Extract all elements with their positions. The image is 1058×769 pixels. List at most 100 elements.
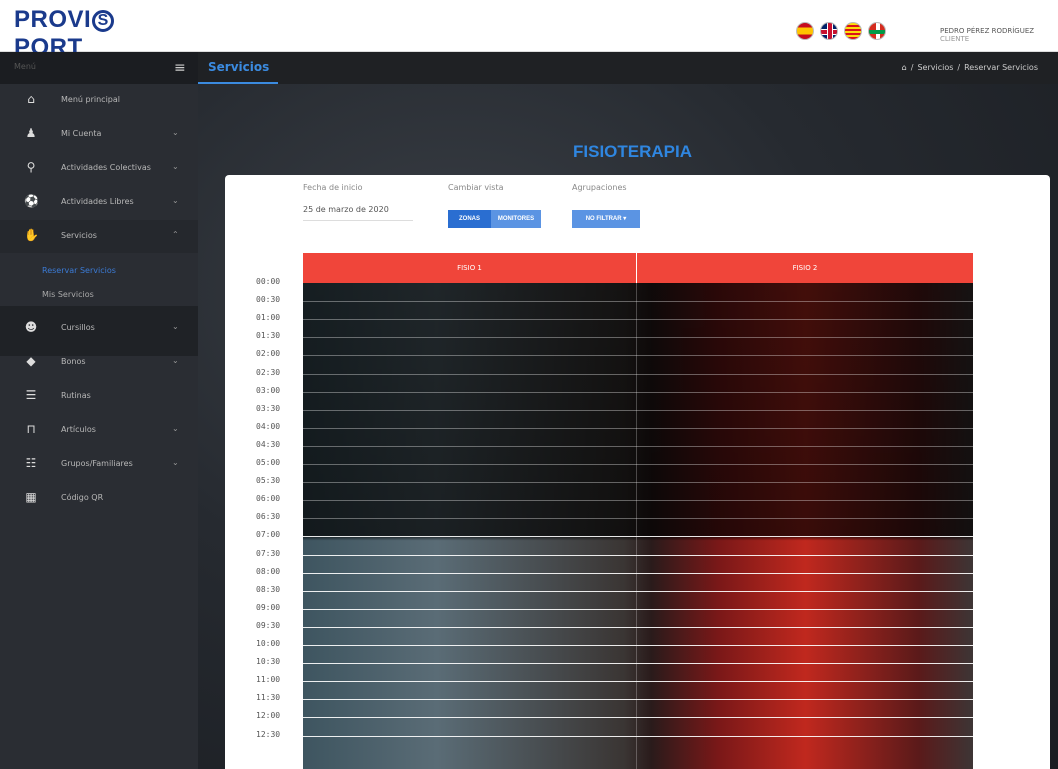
groupings-dropdown[interactable]: NO FILTRAR ▾ (572, 210, 640, 228)
swimmer-icon: ☻ (24, 320, 38, 334)
time-slot-line (303, 482, 973, 484)
home-icon[interactable]: ⌂ (902, 63, 907, 72)
start-date-input[interactable]: 25 de marzo de 2020 (303, 205, 413, 221)
sidebar-item-label: Actividades Libres (61, 197, 134, 206)
spanish-flag-icon[interactable] (796, 22, 814, 40)
sidebar-item-código-qr[interactable]: ▦ Código QR (0, 482, 198, 515)
view-label: Cambiar vista (448, 183, 504, 192)
section-bar: Servicios ⌂ / Servicios / Reservar Servi… (198, 52, 1058, 84)
provisport-logo[interactable]: PROVISPORT GESTIÓN Y CONTROL DE ACCESO P… (14, 6, 164, 67)
zonas-view-button[interactable]: ZONAS (448, 210, 491, 228)
time-slot-line (303, 409, 973, 411)
time-slot-label: 07:00 (256, 530, 281, 540)
sidebar-subitem-label: Reservar Servicios (42, 266, 116, 275)
time-slot-line (303, 464, 973, 465)
time-slot-line (303, 391, 973, 393)
calendar-column-header: FISIO 2 (637, 253, 973, 283)
breadcrumb-separator: / (957, 63, 961, 72)
breadcrumb-reservar-servicios: Reservar Servicios (964, 63, 1038, 72)
time-slot-label: 01:30 (256, 331, 281, 341)
time-slot-label: 12:30 (256, 729, 281, 739)
time-slot-label: 01:00 (256, 313, 281, 323)
sidebar-item-actividades-colectivas[interactable]: ⚲ Actividades Colectivas ⌄ (0, 152, 198, 185)
time-slot-line (303, 645, 973, 646)
calendar-grid[interactable] (303, 283, 973, 769)
sidebar-subitem-mis-servicios[interactable]: Mis Servicios (0, 286, 198, 304)
time-slot-label: 00:30 (256, 295, 281, 305)
user-icon: ♟ (25, 126, 37, 140)
time-slot-line (303, 699, 973, 701)
cart-icon: ⊓ (26, 422, 36, 436)
sidebar-item-label: Rutinas (61, 391, 91, 400)
user-role: CLIENTE (940, 35, 970, 43)
time-slot-line (303, 626, 973, 628)
time-slot-line (303, 717, 973, 719)
sidebar-subitem-label: Mis Servicios (42, 290, 94, 299)
hamburger-icon[interactable]: ≡ (174, 60, 186, 76)
time-slot-label: 10:30 (256, 657, 281, 667)
page-title: FISIOTERAPIA (573, 142, 693, 161)
time-slot-line (303, 337, 973, 339)
user-menu[interactable]: PEDRO PÉREZ RODRÍGUEZ CLIENTE (940, 27, 1034, 43)
sidebar-item-label: Artículos (61, 425, 96, 434)
english-flag-icon[interactable] (820, 22, 838, 40)
time-slot-line (303, 554, 973, 556)
time-slot-line (303, 536, 973, 538)
time-slot-label: 02:30 (256, 367, 281, 377)
time-slot-line (303, 355, 973, 357)
time-slot-label: 12:00 (256, 711, 281, 721)
section-title: Servicios (208, 60, 270, 74)
time-slot-label: 02:00 (256, 349, 281, 359)
start-date-label: Fecha de inicio (303, 183, 363, 192)
time-slot-label: 08:30 (256, 584, 281, 594)
time-slot-label: 09:00 (256, 602, 281, 612)
sidebar-item-label: Menú principal (61, 95, 120, 104)
time-slot-label: 09:30 (256, 620, 281, 630)
time-slot-label: 03:00 (256, 385, 281, 395)
sidebar-item-rutinas[interactable]: ☰ Rutinas (0, 380, 198, 413)
time-slot-label: 04:30 (256, 439, 281, 449)
chevron-down-icon: ⌄ (172, 322, 179, 331)
logo-s-mark: S (92, 10, 115, 32)
time-slot-line (303, 301, 973, 303)
chevron-down-icon: ⌄ (172, 162, 179, 171)
sidebar-item-servicios[interactable]: ✋ Servicios ⌃ (0, 220, 198, 253)
monitores-view-button[interactable]: MONITORES (491, 210, 541, 228)
hand-icon: ✋ (24, 228, 39, 242)
sidebar-item-cursillos[interactable]: ☻ Cursillos ⌄ (0, 312, 198, 345)
chevron-down-icon: ⌄ (172, 424, 179, 433)
time-slot-line (303, 572, 973, 574)
chevron-down-icon: ⌄ (172, 458, 179, 467)
time-slot-label: 06:30 (256, 512, 281, 522)
time-slot-line (303, 427, 973, 429)
sidebar: Menú ≡ ⌂ Menú principal ♟ Mi Cuenta ⌄ ⚲ Activi… (0, 52, 198, 769)
chevron-down-icon: ⌄ (172, 128, 179, 137)
sidebar-item-artículos[interactable]: ⊓ Artículos ⌄ (0, 414, 198, 447)
time-slot-label: 11:30 (256, 693, 281, 703)
catalan-flag-icon[interactable] (844, 22, 862, 40)
time-slot-line (303, 590, 973, 592)
sidebar-subitem-reservar-servicios[interactable]: Reservar Servicios (0, 262, 198, 280)
breadcrumb-separator: / (910, 63, 914, 72)
time-slot-line (303, 319, 973, 321)
time-slot-label: 08:00 (256, 566, 281, 576)
breadcrumb-servicios[interactable]: Servicios (917, 63, 953, 72)
chevron-down-icon: ⌄ (172, 196, 179, 205)
basque-flag-icon[interactable] (868, 22, 886, 40)
sidebar-item-bonos[interactable]: ◆ Bonos ⌄ (0, 346, 198, 379)
sidebar-item-label: Mi Cuenta (61, 129, 102, 138)
ticket-icon: ◆ (26, 354, 36, 368)
sidebar-item-actividades-libres[interactable]: ⚽ Actividades Libres ⌄ (0, 186, 198, 219)
sidebar-item-label: Actividades Colectivas (61, 163, 151, 172)
ball-icon: ⚽ (24, 194, 39, 208)
time-slot-label: 03:30 (256, 403, 281, 413)
sidebar-item-menú-principal[interactable]: ⌂ Menú principal (0, 84, 198, 117)
chevron-up-icon: ⌃ (172, 230, 179, 239)
sidebar-header: Menú ≡ (0, 52, 198, 84)
sidebar-item-grupos-familiares[interactable]: ☷ Grupos/Familiares ⌄ (0, 448, 198, 481)
sidebar-item-mi-cuenta[interactable]: ♟ Mi Cuenta ⌄ (0, 118, 198, 151)
time-slot-line (303, 663, 973, 665)
qr-icon: ▦ (25, 490, 37, 504)
time-slot-label: 05:00 (256, 458, 281, 467)
time-slot-line (303, 681, 973, 683)
